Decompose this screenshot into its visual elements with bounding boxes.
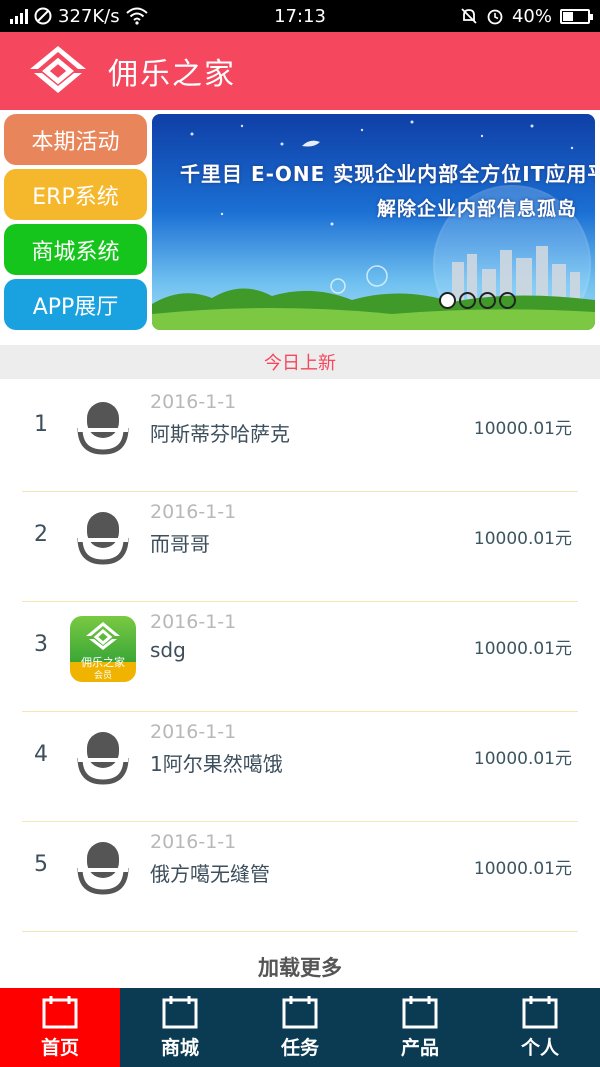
new-items-list: 1 2016-1-1 阿斯蒂芬哈萨克 10000.01元 2 2016-1-1 … bbox=[22, 382, 578, 932]
battery-percent: 40% bbox=[511, 5, 552, 27]
calendar-icon bbox=[42, 996, 78, 1029]
nav-home-tab[interactable]: 首页 bbox=[0, 988, 120, 1067]
app-logo-icon bbox=[30, 46, 86, 93]
mic-icon bbox=[77, 512, 129, 565]
no-sim-icon bbox=[34, 7, 52, 25]
carousel-dot[interactable] bbox=[479, 292, 496, 309]
network-speed: 327K/s bbox=[58, 5, 120, 27]
signal-icon bbox=[10, 8, 28, 24]
list-item[interactable]: 5 2016-1-1 俄方噶无缝管 10000.01元 bbox=[22, 822, 578, 932]
carousel-dot[interactable] bbox=[459, 292, 476, 309]
item-date: 2016-1-1 bbox=[150, 721, 237, 743]
list-item[interactable]: 3 佣乐之家 会员 2016-1-1 sdg 10000.01元 bbox=[22, 602, 578, 712]
battery-icon bbox=[560, 8, 593, 24]
nav-label: 个人 bbox=[520, 1037, 559, 1059]
banner-subheadline: 解除企业内部信息孤岛 bbox=[376, 198, 577, 220]
calendar-icon bbox=[162, 996, 198, 1029]
app-header: 佣乐之家 bbox=[0, 32, 600, 110]
item-date: 2016-1-1 bbox=[150, 501, 237, 523]
banner-headline: 千里目 E-ONE 实现企业内部全方位IT应用平台 bbox=[180, 162, 595, 186]
nav-label: 产品 bbox=[400, 1037, 439, 1059]
nav-task-tab[interactable]: 任务 bbox=[240, 988, 360, 1067]
item-name: 阿斯蒂芬哈萨克 bbox=[150, 422, 290, 446]
alarm-icon bbox=[487, 9, 503, 25]
item-name: 1阿尔果然噶饿 bbox=[150, 752, 283, 776]
item-date: 2016-1-1 bbox=[150, 391, 237, 413]
calendar-icon bbox=[282, 996, 318, 1029]
mic-icon bbox=[77, 842, 129, 895]
item-price: 10000.01元 bbox=[473, 749, 572, 769]
status-left: 327K/s bbox=[10, 6, 230, 27]
status-time: 17:13 bbox=[274, 5, 326, 27]
menu-erp-button[interactable]: ERP系统 bbox=[4, 169, 147, 220]
nav-label: 商城 bbox=[160, 1037, 199, 1059]
wifi-icon bbox=[125, 7, 148, 25]
item-price: 10000.01元 bbox=[473, 419, 572, 439]
item-number: 1 bbox=[34, 412, 48, 437]
promo-banner[interactable]: 千里目 E-ONE 实现企业内部全方位IT应用平台 解除企业内部信息孤岛 bbox=[152, 114, 595, 330]
app-badge-sublabel: 会员 bbox=[93, 671, 112, 681]
item-price: 10000.01元 bbox=[473, 859, 572, 879]
item-price: 10000.01元 bbox=[473, 529, 572, 549]
app-logo-icon: 佣乐之家 会员 bbox=[70, 616, 136, 682]
item-number: 5 bbox=[34, 852, 48, 877]
menu-mall-button[interactable]: 商城系统 bbox=[4, 224, 147, 275]
status-right: 40% bbox=[370, 5, 593, 27]
item-date: 2016-1-1 bbox=[150, 831, 237, 853]
carousel-indicator bbox=[439, 292, 516, 309]
item-number: 3 bbox=[34, 632, 48, 657]
load-more-button[interactable]: 加载更多 bbox=[0, 952, 600, 982]
list-item[interactable]: 1 2016-1-1 阿斯蒂芬哈萨克 10000.01元 bbox=[22, 382, 578, 492]
category-menu: 本期活动 ERP系统 商城系统 APP展厅 bbox=[4, 114, 147, 334]
menu-app-button[interactable]: APP展厅 bbox=[4, 279, 147, 330]
list-item[interactable]: 4 2016-1-1 1阿尔果然噶饿 10000.01元 bbox=[22, 712, 578, 822]
nav-profile-tab[interactable]: 个人 bbox=[480, 988, 600, 1067]
section-title: 今日上新 bbox=[0, 345, 600, 379]
mute-bell-icon bbox=[461, 8, 477, 24]
nav-label: 任务 bbox=[280, 1037, 319, 1059]
item-name: 而哥哥 bbox=[150, 532, 210, 556]
list-item[interactable]: 2 2016-1-1 而哥哥 10000.01元 bbox=[22, 492, 578, 602]
item-date: 2016-1-1 bbox=[150, 611, 237, 633]
carousel-dot[interactable] bbox=[439, 292, 456, 309]
carousel-dot[interactable] bbox=[499, 292, 516, 309]
bottom-nav: 首页 商城 任务 产品 个人 bbox=[0, 988, 600, 1067]
mic-icon bbox=[77, 732, 129, 785]
item-name: sdg bbox=[150, 638, 186, 662]
app-badge-logo bbox=[86, 622, 120, 650]
nav-mall-tab[interactable]: 商城 bbox=[120, 988, 240, 1067]
item-name: 俄方噶无缝管 bbox=[150, 862, 270, 886]
menu-activity-button[interactable]: 本期活动 bbox=[4, 114, 147, 165]
page-title: 佣乐之家 bbox=[108, 57, 236, 92]
item-number: 2 bbox=[34, 522, 48, 547]
status-bar: 327K/s 17:13 40% bbox=[0, 0, 600, 32]
nav-product-tab[interactable]: 产品 bbox=[360, 988, 480, 1067]
banner-scenery bbox=[152, 120, 595, 330]
nav-label: 首页 bbox=[40, 1037, 79, 1059]
mic-icon bbox=[77, 402, 129, 455]
item-price: 10000.01元 bbox=[473, 639, 572, 659]
calendar-icon bbox=[402, 996, 438, 1029]
item-number: 4 bbox=[34, 742, 48, 767]
calendar-icon bbox=[522, 996, 558, 1029]
